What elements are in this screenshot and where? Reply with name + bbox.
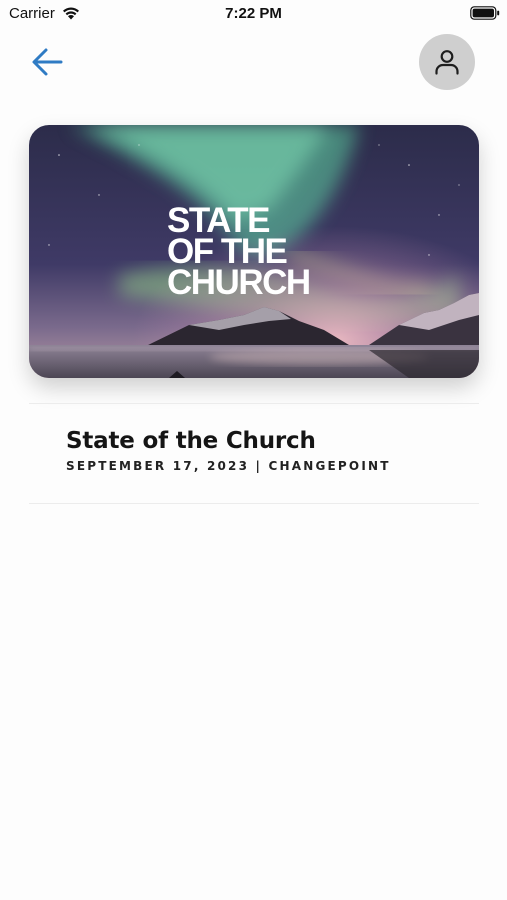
divider [29,403,479,404]
sermon-meta: SEPTEMBER 17, 2023 | CHANGEPOINT [66,459,391,473]
status-bar: Carrier 7:22 PM [0,0,507,28]
clock: 7:22 PM [225,5,282,22]
sermon-title: State of the Church [66,428,316,454]
sermon-artwork-card[interactable]: STATE OF THE CHURCH [29,125,479,378]
profile-button[interactable] [419,34,475,90]
back-button[interactable] [27,42,67,82]
artwork-title: STATE OF THE CHURCH [167,203,311,302]
person-icon [435,50,459,75]
arrow-left-icon [32,48,63,76]
artwork-title-line: CHURCH [167,263,311,302]
divider [29,503,479,504]
battery-icon [470,6,500,20]
